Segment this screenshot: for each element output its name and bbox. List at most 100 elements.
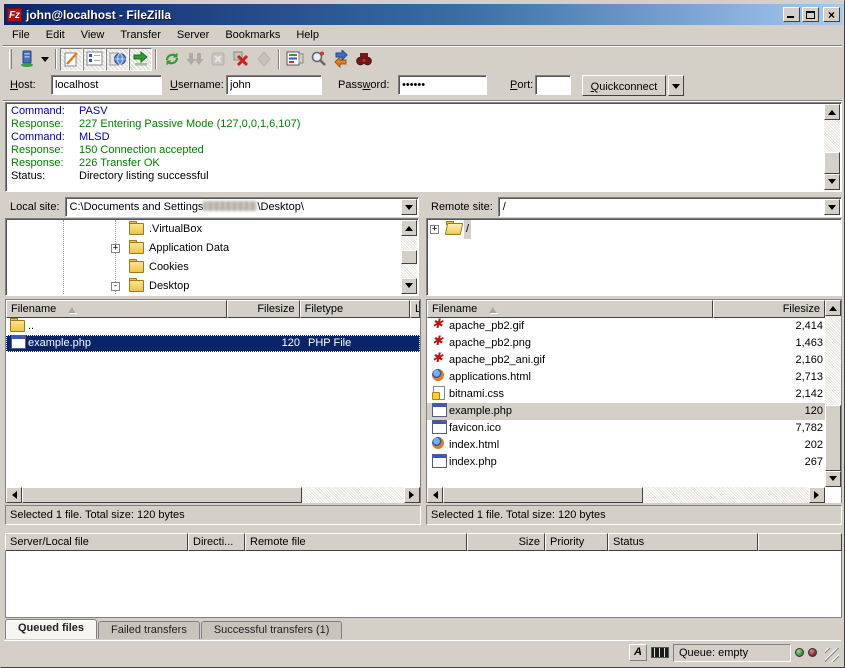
scroll-down-button[interactable] [825, 471, 841, 487]
file-row[interactable]: index.html202 [427, 437, 825, 454]
remote-site-combo[interactable]: / [498, 197, 842, 217]
site-manager-dropdown[interactable] [38, 48, 52, 71]
toggle-transfer-queue-button[interactable] [129, 48, 152, 71]
expand-icon[interactable]: + [111, 244, 120, 253]
title-bar[interactable]: Fz john@localhost - FileZilla × [4, 4, 843, 25]
minimize-button[interactable] [783, 7, 800, 22]
menu-file[interactable]: File [4, 27, 38, 43]
resize-grip[interactable] [825, 648, 839, 662]
process-queue-button[interactable] [183, 48, 206, 71]
reconnect-button[interactable] [252, 48, 275, 71]
disconnect-button[interactable] [229, 48, 252, 71]
toggle-local-tree-button[interactable] [83, 48, 106, 71]
column-header-priority[interactable]: Priority [545, 533, 608, 551]
quickconnect-dropdown[interactable] [668, 75, 684, 96]
log-scrollbar[interactable] [824, 104, 840, 190]
column-header-filesize[interactable]: Filesize [227, 300, 300, 318]
scroll-thumb[interactable] [824, 152, 840, 174]
directory-filters-button[interactable] [283, 48, 306, 71]
synchronized-browsing-button[interactable] [329, 48, 352, 71]
scroll-thumb[interactable] [401, 250, 417, 264]
column-header-remote-file[interactable]: Remote file [245, 533, 467, 551]
file-row[interactable]: favicon.ico7,782 [427, 420, 825, 437]
combo-dropdown-button[interactable] [824, 199, 840, 215]
remote-list-vscrollbar[interactable] [825, 300, 841, 487]
file-row[interactable]: .. [6, 318, 420, 335]
site-manager-button[interactable] [15, 48, 38, 71]
tree-item[interactable]: + / [428, 220, 840, 239]
tree-item[interactable]: - Desktop [7, 277, 401, 294]
toggle-message-log-button[interactable] [60, 48, 83, 71]
password-input[interactable] [398, 75, 487, 95]
tree-item[interactable]: .VirtualBox [7, 220, 401, 239]
compare-icon [309, 50, 327, 68]
tab-failed-transfers[interactable]: Failed transfers [98, 621, 200, 639]
column-header-filesize[interactable]: Filesize [713, 300, 825, 318]
quickconnect-bar: Host: Username: Password: Port: Quickcon… [4, 73, 841, 100]
refresh-button[interactable] [160, 48, 183, 71]
scroll-thumb[interactable] [22, 487, 302, 503]
scroll-up-button[interactable] [825, 300, 841, 316]
transfer-queue-icon [132, 50, 150, 68]
menu-view[interactable]: View [73, 27, 113, 43]
scroll-right-button[interactable] [809, 487, 825, 503]
username-input[interactable] [226, 75, 322, 95]
scroll-up-button[interactable] [824, 104, 840, 120]
combo-dropdown-button[interactable] [401, 199, 417, 215]
transfer-type-indicator-icon[interactable]: A [629, 644, 647, 661]
host-input[interactable] [51, 75, 162, 95]
file-row[interactable]: applications.html2,713 [427, 369, 825, 386]
menu-edit[interactable]: Edit [38, 27, 73, 43]
column-header-size[interactable]: Size [467, 533, 545, 551]
tab-queued-files[interactable]: Queued files [5, 619, 97, 639]
scroll-left-button[interactable] [427, 487, 443, 503]
find-files-button[interactable] [352, 48, 375, 71]
log-line: Response:150 Connection accepted [7, 144, 824, 157]
column-header-status[interactable]: Status [608, 533, 758, 551]
column-header-filetype[interactable]: Filetype [300, 300, 410, 318]
local-tree-scrollbar[interactable] [401, 220, 417, 294]
scroll-down-button[interactable] [824, 174, 840, 190]
remote-list-hscrollbar[interactable] [427, 487, 825, 503]
file-row[interactable]: apache_pb2.gif2,414 [427, 318, 825, 335]
collapse-icon[interactable]: - [111, 282, 120, 291]
column-header-direction[interactable]: Directi... [188, 533, 245, 551]
expand-icon[interactable]: + [430, 225, 439, 234]
scroll-left-button[interactable] [6, 487, 22, 503]
scroll-right-button[interactable] [404, 487, 420, 503]
column-header-filename[interactable]: Filename [6, 300, 227, 318]
cancel-operation-button[interactable] [206, 48, 229, 71]
quickconnect-button[interactable]: Quickconnect [582, 75, 666, 96]
menu-transfer[interactable]: Transfer [112, 27, 169, 43]
file-row-selected[interactable]: example.php120 [427, 403, 825, 420]
scroll-thumb[interactable] [825, 405, 841, 471]
tree-item[interactable]: Cookies [7, 258, 401, 277]
scroll-up-button[interactable] [401, 220, 417, 236]
file-row-selected[interactable]: example.php 120 PHP File 1 [6, 335, 420, 352]
local-site-combo[interactable]: C:\Documents and Settings\Desktop\ [65, 197, 419, 217]
toolbar-grip[interactable] [9, 49, 12, 69]
apache-icon [431, 318, 447, 331]
file-row[interactable]: bitnami.css2,142 [427, 386, 825, 403]
scroll-down-button[interactable] [401, 278, 417, 294]
port-input[interactable] [535, 75, 571, 95]
transfer-queue-body[interactable] [5, 551, 842, 618]
tree-item[interactable]: + Application Data [7, 239, 401, 258]
tab-successful-transfers[interactable]: Successful transfers (1) [201, 621, 343, 639]
column-header-server-local-file[interactable]: Server/Local file [5, 533, 188, 551]
menu-bookmarks[interactable]: Bookmarks [217, 27, 288, 43]
local-list-hscrollbar[interactable] [6, 487, 420, 503]
column-header-filename[interactable]: Filename [427, 300, 713, 318]
file-row[interactable]: apache_pb2.png1,463 [427, 335, 825, 352]
menu-server[interactable]: Server [169, 27, 217, 43]
maximize-button[interactable] [802, 7, 819, 22]
close-button[interactable]: × [823, 7, 840, 22]
file-row[interactable]: index.php267 [427, 454, 825, 471]
scroll-thumb[interactable] [443, 487, 643, 503]
compare-directories-button[interactable] [306, 48, 329, 71]
toggle-remote-tree-button[interactable] [106, 48, 129, 71]
menu-help[interactable]: Help [288, 27, 327, 43]
file-row[interactable]: apache_pb2_ani.gif2,160 [427, 352, 825, 369]
speed-limits-icon[interactable] [651, 647, 669, 658]
column-header-lastmodified[interactable]: L [410, 300, 420, 318]
